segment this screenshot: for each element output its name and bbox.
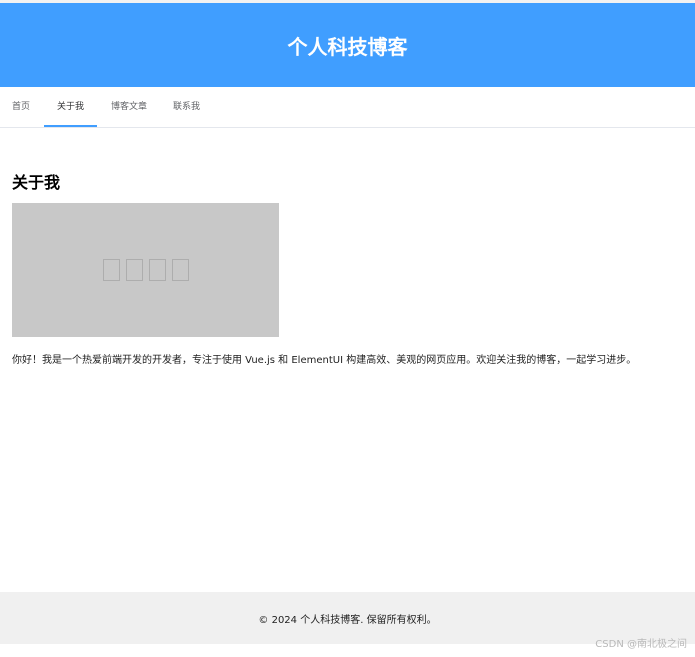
- site-title: 个人科技博客: [287, 34, 408, 59]
- nav-item-contact[interactable]: 联系我: [173, 87, 200, 127]
- section-title: 关于我: [12, 173, 61, 192]
- missing-glyph-icon: [171, 259, 189, 281]
- copyright-text: © 2024 个人科技博客. 保留所有权利。: [258, 614, 437, 626]
- missing-glyph-icon: [148, 259, 166, 281]
- nav-active-indicator: [44, 125, 97, 127]
- intro-paragraph: 你好！我是一个热爱前端开发的开发者，专注于使用 Vue.js 和 Element…: [12, 355, 637, 366]
- csdn-watermark: CSDN @南北极之间: [595, 639, 687, 650]
- nav-item-blog-posts[interactable]: 博客文章: [111, 87, 147, 127]
- site-footer: © 2024 个人科技博客. 保留所有权利。: [0, 592, 695, 644]
- nav-menu: 首页 关于我 博客文章 联系我: [0, 87, 695, 128]
- site-header: 个人科技博客: [0, 3, 695, 87]
- profile-image-placeholder: [12, 203, 279, 337]
- nav-item-about[interactable]: 关于我: [57, 87, 84, 127]
- nav-item-home[interactable]: 首页: [12, 87, 30, 127]
- missing-glyph-icon: [125, 259, 143, 281]
- page: 个人科技博客 首页 关于我 博客文章 联系我 关于我 你好！我是一个热爱前端开发…: [0, 0, 695, 657]
- missing-glyph-icon: [102, 259, 120, 281]
